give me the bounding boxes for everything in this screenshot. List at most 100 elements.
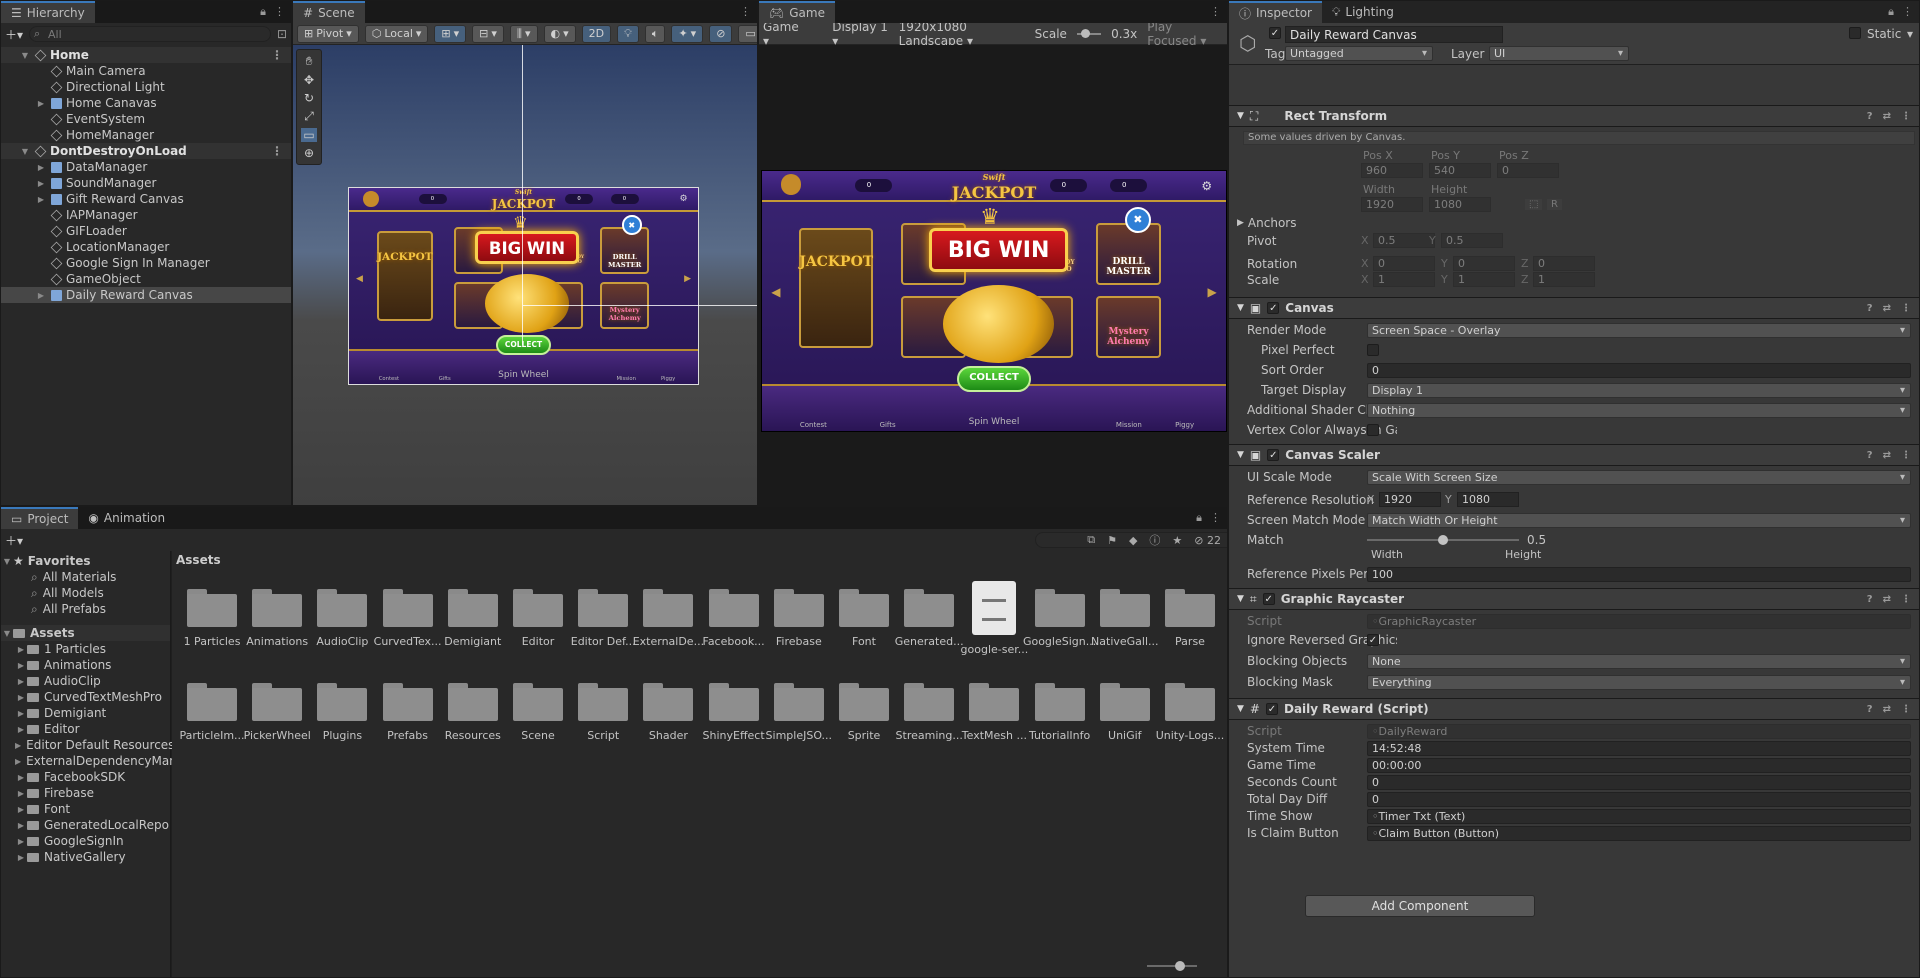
game-time-field[interactable]: 00:00:00 [1367, 757, 1911, 773]
object-name-field[interactable]: Daily Reward Canvas [1285, 26, 1503, 43]
hidden-count-icon[interactable]: ⊘ 22 [1194, 534, 1221, 547]
favorite-star-icon[interactable]: ★ [1172, 534, 1182, 547]
help-icon[interactable]: ? [1867, 450, 1873, 461]
hierarchy-item[interactable]: Main Camera [1, 63, 291, 79]
hierarchy-item[interactable]: ▶ SoundManager [1, 175, 291, 191]
menu-dots-icon[interactable]: ⋮ [740, 5, 751, 18]
collect-button[interactable]: COLLECT [495, 335, 552, 355]
hierarchy-item[interactable]: GameObject [1, 271, 291, 287]
visibility-toggle[interactable]: ⊘ [709, 24, 733, 43]
preset-icon[interactable]: ⇄ [1883, 450, 1891, 461]
canvas-scaler-enabled-checkbox[interactable]: ✓ [1267, 449, 1280, 461]
tree-folder-item[interactable]: ▶ NativeGallery [1, 849, 170, 865]
help-icon[interactable]: ? [1867, 594, 1873, 605]
ppu-field[interactable]: 100 [1367, 566, 1911, 582]
hierarchy-item[interactable]: LocationManager [1, 239, 291, 255]
expand-arrow-icon[interactable]: ▶ [35, 99, 47, 108]
favorites-header[interactable]: ▼ ★ Favorites [1, 553, 170, 569]
nav-left-arrow-icon[interactable]: ◀ [771, 285, 780, 299]
expand-arrow-icon[interactable]: ▶ [15, 853, 27, 862]
display-dropdown[interactable]: Display 1 ▾ [832, 20, 888, 48]
expand-arrow-icon[interactable]: ▶ [35, 163, 47, 172]
lighting-toggle[interactable]: 💡︎ [617, 24, 639, 43]
vertex-color-checkbox[interactable] [1367, 424, 1379, 436]
tree-folder-item[interactable]: ▶ Font [1, 801, 170, 817]
toggle-2d-button[interactable]: 2D [581, 24, 612, 43]
favorite-item[interactable]: ⌕ All Prefabs [1, 601, 170, 617]
menu-dots-icon[interactable]: ⋮ [271, 144, 283, 158]
expand-arrow-icon[interactable]: ▶ [35, 195, 47, 204]
info-icon[interactable]: ⓘ [1149, 532, 1160, 548]
profile-avatar[interactable] [780, 174, 802, 195]
hierarchy-scene-row[interactable]: ▼ DontDestroyOnLoad ⋮ [1, 143, 291, 159]
static-checkbox[interactable] [1849, 27, 1861, 39]
game-canvas[interactable]: 000SwiftJACKPOT⚙JACKPOTCOWBOY RODEODRILL… [761, 170, 1227, 432]
zoom-slider-knob[interactable] [1175, 961, 1185, 971]
scene-viewport[interactable]: ✋︎ ✥ ↻ ⤢ ▭ ⊕ 000SwiftJACKPOT⚙JACKPOTCOWB… [293, 45, 757, 505]
sort-order-field[interactable]: 0 [1367, 362, 1911, 378]
expand-arrow-icon[interactable]: ▶ [35, 291, 47, 300]
effects-toggle[interactable]: ✦ ▾ [671, 24, 704, 43]
menu-dots-icon[interactable]: ⋮ [1902, 5, 1913, 19]
hierarchy-item[interactable]: Google Sign In Manager [1, 255, 291, 271]
tab-scene[interactable]: # Scene [293, 1, 365, 23]
spin-wheel-label[interactable]: Spin Wheel [957, 417, 1031, 427]
jackpot-frame[interactable] [799, 228, 874, 348]
settings-gear-icon[interactable]: ⚙ [1201, 179, 1212, 193]
lock-icon[interactable]: 🔒︎ [1196, 511, 1202, 525]
rect-transform-header[interactable]: ▼ ⛶ Rect Transform ? ⇄ ⋮ [1229, 105, 1919, 127]
active-checkbox[interactable]: ✓ [1269, 27, 1281, 39]
preset-icon[interactable]: ⇄ [1883, 594, 1891, 605]
scale-tool-icon[interactable]: ⤢ [304, 109, 314, 124]
favorite-item[interactable]: ⌕ All Materials [1, 569, 170, 585]
tree-folder-item[interactable]: ▶ Firebase [1, 785, 170, 801]
tab-inspector[interactable]: ⓘ Inspector [1229, 1, 1322, 23]
static-dropdown-icon[interactable]: ▾ [1907, 27, 1913, 41]
hierarchy-item[interactable]: ▶ Gift Reward Canvas [1, 191, 291, 207]
hierarchy-item[interactable]: ▶ Home Canavas [1, 95, 291, 111]
scene-canvas-preview[interactable]: 000SwiftJACKPOT⚙JACKPOTCOWBOY RODEODRILL… [348, 187, 699, 385]
menu-dots-icon[interactable]: ⋮ [271, 48, 283, 62]
expand-arrow-icon[interactable]: ▶ [15, 725, 27, 734]
collapse-arrow-icon[interactable]: ▼ [19, 147, 31, 156]
tab-lighting[interactable]: 💡︎ Lighting [1322, 1, 1404, 23]
help-icon[interactable]: ? [1867, 704, 1873, 715]
menu-dots-icon[interactable]: ⋮ [1901, 594, 1911, 605]
align-button[interactable]: ⫼ ▾ [509, 24, 538, 43]
menu-dots-icon[interactable]: ⋮ [274, 5, 285, 19]
ref-x-field[interactable]: X 1920 [1367, 492, 1441, 507]
preset-icon[interactable]: ⇄ [1883, 111, 1891, 122]
menu-dots-icon[interactable]: ⋮ [1901, 111, 1911, 122]
transform-tool-icon[interactable]: ⊕ [304, 146, 314, 160]
graphic-raycaster-header[interactable]: ▼ ⌗ ✓ Graphic Raycaster ? ⇄ ⋮ [1229, 588, 1919, 610]
match-slider[interactable] [1367, 535, 1519, 545]
close-button[interactable]: ✖ [621, 215, 642, 236]
scale-slider[interactable] [1076, 28, 1102, 38]
expand-arrow-icon[interactable]: ▶ [15, 821, 27, 830]
tree-folder-item[interactable]: ▶ GoogleSignIn [1, 833, 170, 849]
expand-arrow-icon[interactable]: ▶ [35, 179, 47, 188]
tree-folder-item[interactable]: ▶ AudioClip [1, 673, 170, 689]
target-display-dropdown[interactable]: Display 1 [1367, 382, 1911, 398]
expand-arrow-icon[interactable]: ▶ [15, 645, 27, 654]
blocking-mask-dropdown[interactable]: Everything [1367, 674, 1911, 690]
preset-icon[interactable]: ⇄ [1883, 704, 1891, 715]
hierarchy-item[interactable]: ▶ Daily Reward Canvas [1, 287, 291, 303]
tab-hierarchy[interactable]: ☰ Hierarchy [1, 1, 95, 23]
blueprint-mode-icon[interactable]: ⬚ [1525, 199, 1543, 210]
tab-animation[interactable]: ◉ Animation [78, 507, 175, 529]
nav-right-arrow-icon[interactable]: ▶ [684, 274, 691, 284]
search-filter-icon[interactable]: ⊡ [277, 27, 287, 41]
search-by-type-icon[interactable]: ⧉ [1087, 533, 1095, 547]
pixel-perfect-checkbox[interactable] [1367, 344, 1379, 356]
profile-avatar[interactable] [362, 191, 379, 207]
expand-arrow-icon[interactable]: ▶ [15, 709, 27, 718]
audio-toggle[interactable]: 🔈︎ [644, 24, 666, 43]
search-by-label-icon[interactable]: ⚑ [1107, 534, 1117, 547]
match-slider-knob[interactable] [1438, 535, 1448, 545]
hierarchy-item[interactable]: IAPManager [1, 207, 291, 223]
anchors-row[interactable]: ▶ Anchors [1229, 215, 1919, 231]
menu-dots-icon[interactable]: ⋮ [1901, 450, 1911, 461]
tree-folder-item[interactable]: ▶ Demigiant [1, 705, 170, 721]
tree-folder-item[interactable]: ▶ 1 Particles [1, 641, 170, 657]
